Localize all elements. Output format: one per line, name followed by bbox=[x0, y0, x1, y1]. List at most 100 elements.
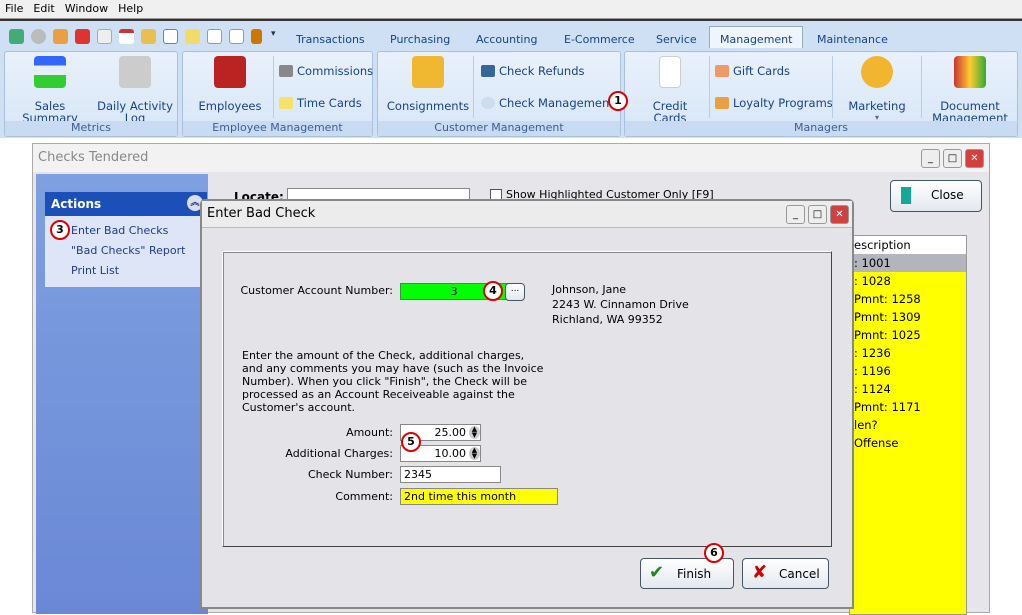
check-icon bbox=[481, 65, 495, 77]
marketing-button[interactable]: Marketing ▾ bbox=[839, 54, 915, 124]
quick-access-icon[interactable] bbox=[9, 29, 24, 44]
credit-card-icon bbox=[659, 56, 681, 88]
actions-panel: Actions ︽ Enter Bad Checks "Bad Checks" R… bbox=[45, 192, 207, 287]
books-icon bbox=[954, 56, 986, 88]
notes-icon[interactable] bbox=[185, 29, 200, 44]
minimize-button[interactable]: _ bbox=[921, 149, 940, 168]
menu-window[interactable]: Window bbox=[60, 0, 113, 17]
list-row[interactable]: : 1028 bbox=[850, 272, 966, 290]
tab-maintenance[interactable]: Maintenance bbox=[809, 30, 896, 49]
menu-bar: File Edit Window Help bbox=[0, 0, 1022, 19]
maximize-button[interactable]: □ bbox=[943, 149, 962, 168]
checks-list[interactable]: escription : 1001 : 1028 Pmnt: 1258 Pmnt… bbox=[849, 235, 967, 615]
lock-icon[interactable] bbox=[251, 29, 262, 44]
list-row[interactable]: len? bbox=[850, 416, 966, 434]
credit-cards-button[interactable]: Credit Cards bbox=[635, 54, 705, 124]
comment-input[interactable]: 2nd time this month bbox=[400, 488, 558, 505]
calendar-30-icon[interactable] bbox=[163, 29, 178, 44]
print-list-link[interactable]: Print List bbox=[71, 264, 119, 277]
group-metrics: Sales Summary Daily Activity Log Metrics bbox=[4, 51, 178, 137]
callout-6: 6 bbox=[704, 543, 724, 563]
group-label: Employee Management bbox=[183, 121, 372, 136]
cancel-button[interactable]: ✘ Cancel bbox=[742, 558, 829, 589]
list-row[interactable]: Pmnt: 1258 bbox=[850, 290, 966, 308]
customers-icon[interactable] bbox=[53, 29, 68, 44]
sales-summary-button[interactable]: Sales Summary bbox=[15, 54, 85, 124]
time-cards-button[interactable]: Time Cards bbox=[279, 96, 362, 110]
group-label: Metrics bbox=[5, 121, 177, 136]
list-header[interactable]: escription bbox=[850, 236, 966, 254]
finish-button[interactable]: ✔ Finish bbox=[640, 558, 734, 589]
menu-file[interactable]: File bbox=[0, 0, 28, 17]
dialog-title: Enter Bad Check bbox=[202, 201, 852, 228]
tab-accounting[interactable]: Accounting bbox=[468, 30, 545, 49]
tab-transactions[interactable]: Transactions bbox=[288, 30, 373, 49]
actions-sidebar: Actions ︽ Enter Bad Checks "Bad Checks" R… bbox=[36, 174, 208, 614]
dialog-minimize-button[interactable]: _ bbox=[786, 205, 805, 224]
gift-cards-button[interactable]: Gift Cards bbox=[715, 64, 790, 78]
close-button[interactable]: Close bbox=[890, 180, 982, 212]
gear-icon[interactable] bbox=[31, 29, 46, 44]
card-icon[interactable] bbox=[207, 29, 222, 44]
group-employee-management: Employees Commissions Time Cards Employe… bbox=[182, 51, 373, 137]
enter-bad-checks-link[interactable]: Enter Bad Checks bbox=[71, 224, 168, 237]
list-row[interactable]: Offense bbox=[850, 434, 966, 452]
org-chart-icon bbox=[34, 56, 66, 88]
spinner-icon[interactable]: ▲ ▼ bbox=[469, 447, 480, 460]
callout-4: 4 bbox=[483, 281, 503, 301]
check-number-input[interactable]: 2345 bbox=[400, 466, 501, 483]
tab-purchasing[interactable]: Purchasing bbox=[382, 30, 458, 49]
bad-checks-report-link[interactable]: "Bad Checks" Report bbox=[71, 244, 185, 257]
menu-edit[interactable]: Edit bbox=[28, 0, 59, 17]
account-label: Customer Account Number: bbox=[240, 284, 393, 297]
check-number-label: Check Number: bbox=[307, 468, 393, 481]
customize-chevron-icon[interactable]: ▾ bbox=[271, 29, 286, 44]
calculator-icon[interactable] bbox=[141, 29, 156, 44]
close-window-button[interactable]: ✕ bbox=[965, 149, 984, 168]
document-icon[interactable] bbox=[97, 29, 112, 44]
group-label: Customer Management bbox=[378, 121, 620, 136]
menu-help[interactable]: Help bbox=[113, 0, 148, 17]
list-row[interactable]: : 1124 bbox=[850, 380, 966, 398]
window-title: Checks Tendered bbox=[33, 144, 989, 172]
window-icon[interactable] bbox=[229, 29, 244, 44]
enter-bad-check-dialog: Enter Bad Check _ □ ✕ Customer Account N… bbox=[200, 199, 854, 609]
customer-name: Johnson, Jane bbox=[552, 283, 627, 296]
gift-card-icon bbox=[715, 65, 729, 77]
list-row[interactable]: Pmnt: 1309 bbox=[850, 308, 966, 326]
group-managers: Credit Cards Gift Cards Loyalty Programs… bbox=[624, 51, 1018, 137]
lookup-button[interactable]: ... bbox=[505, 283, 525, 301]
comment-label: Comment: bbox=[335, 490, 393, 503]
calendar-icon[interactable] bbox=[119, 29, 134, 44]
ribbon: ▾ Transactions Purchasing Accounting E-C… bbox=[0, 19, 1022, 138]
tab-service[interactable]: Service bbox=[648, 30, 705, 49]
list-row[interactable]: Pmnt: 1025 bbox=[850, 326, 966, 344]
actions-header: Actions ︽ bbox=[45, 192, 207, 216]
spinner-icon[interactable]: ▲ ▼ bbox=[469, 426, 480, 439]
group-customer-management: Consignments Check Refunds Check Managem… bbox=[377, 51, 621, 137]
cancel-x-icon: ✘ bbox=[752, 562, 768, 583]
list-row[interactable]: : 1196 bbox=[850, 362, 966, 380]
employees-button[interactable]: Employees bbox=[191, 54, 269, 112]
tab-management[interactable]: Management bbox=[709, 26, 804, 48]
user-icon[interactable] bbox=[75, 29, 90, 44]
dialog-maximize-button[interactable]: □ bbox=[808, 205, 827, 224]
consignments-button[interactable]: Consignments bbox=[384, 54, 472, 112]
customer-city: Richland, WA 99352 bbox=[552, 313, 663, 326]
instructions-text: Enter the amount of the Check, additiona… bbox=[242, 349, 544, 414]
commissions-button[interactable]: Commissions bbox=[279, 64, 373, 78]
dialog-panel: Customer Account Number: 3 ... Johnson, … bbox=[222, 251, 832, 547]
check-management-button[interactable]: Check Management bbox=[481, 96, 614, 110]
loyalty-programs-button[interactable]: Loyalty Programs bbox=[715, 96, 833, 110]
daily-activity-log-button[interactable]: Daily Activity Log bbox=[95, 54, 175, 124]
document-management-button[interactable]: Document Management bbox=[925, 54, 1015, 124]
dialog-close-button[interactable]: ✕ bbox=[830, 205, 849, 224]
check-refunds-button[interactable]: Check Refunds bbox=[481, 64, 585, 78]
list-row[interactable]: : 1001 bbox=[850, 254, 966, 272]
tab-ecommerce[interactable]: E-Commerce bbox=[556, 30, 643, 49]
list-row[interactable]: : 1236 bbox=[850, 344, 966, 362]
list-row[interactable]: Pmnt: 1171 bbox=[850, 398, 966, 416]
group-label: Managers bbox=[625, 121, 1017, 136]
callout-5: 5 bbox=[401, 432, 421, 452]
commissions-icon bbox=[279, 65, 293, 77]
